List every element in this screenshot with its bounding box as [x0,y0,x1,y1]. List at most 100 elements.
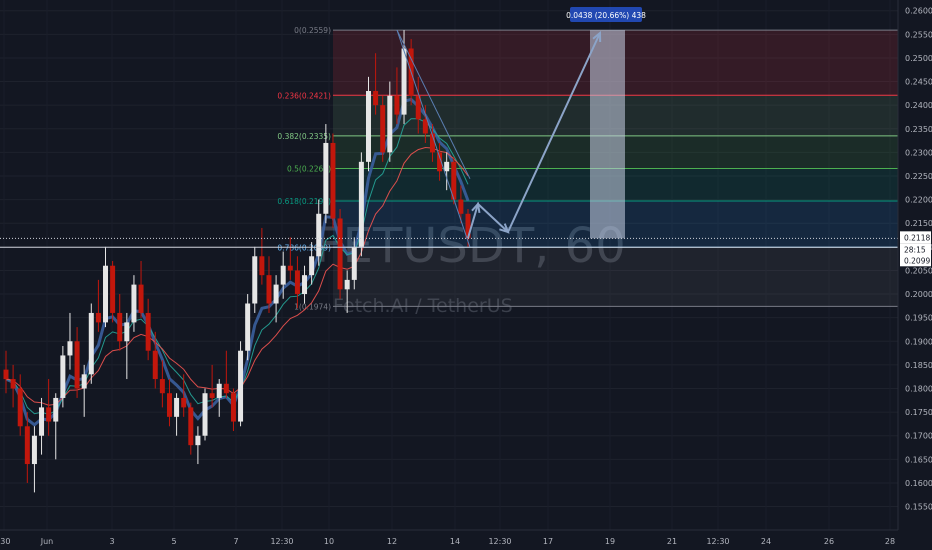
candle-body [166,393,172,417]
candle-body [3,369,9,380]
y-tick-label: 0.2200 [905,196,932,205]
fib-zone [333,247,898,307]
time-axis[interactable]: :30 Jun 3 5 7 12:30 10 12 14 12:30 17 19 21 12:30 24 26… [0,529,898,550]
candle-body [138,284,144,313]
candle-body [117,312,123,342]
candle-body [365,91,371,162]
y-tick-label: 0.2550 [905,30,932,39]
candle-body [351,246,357,280]
candle-body [159,379,165,394]
x-tick-label: 28 [885,537,895,546]
y-tick-label: 0.1900 [905,337,932,346]
y-tick-label: 0.2000 [905,290,932,299]
candle-body [337,218,343,290]
candle-body [67,341,73,356]
last-price-tag: 0.2118 [904,233,930,242]
candle-body [24,426,30,465]
x-tick-label: 3 [109,537,114,546]
y-tick-label: 0.2250 [905,172,932,181]
candle-body [31,435,37,465]
x-tick-label: 14 [450,537,460,546]
y-tick-label: 0.2050 [905,266,932,275]
candle-body [131,284,137,323]
candle-body [230,393,236,422]
candle-body [202,393,208,436]
x-tick-label: 21 [667,537,677,546]
y-tick-label: 0.1850 [905,361,932,370]
candle-body [152,350,158,380]
y-tick-label: 0.2150 [905,219,932,228]
candle-body [17,388,23,427]
candle-body [223,383,229,394]
candle-body [373,91,379,106]
candle-body [124,322,130,342]
candle-body [309,256,315,276]
candle-body [444,161,450,172]
candle-body [238,350,244,422]
candle-body [280,265,286,285]
candle-body [209,393,215,398]
candle-body [145,312,151,351]
y-tick-label: 0.2450 [905,78,932,87]
x-tick-label: 12:30 [270,537,293,546]
candle-body [216,383,222,398]
y-tick-label: 0.1550 [905,503,932,512]
fib-level-label: 0.618(0.2197) [277,197,331,206]
candle-body [323,142,329,214]
candle-body [10,379,16,389]
candle-body [273,284,279,304]
candle-body [95,312,101,323]
candle-body [394,95,400,115]
fib-level-label: 0(0.2559) [294,26,331,35]
fib-level-label: 0.382(0.2335) [277,132,331,141]
y-tick-label: 0.2500 [905,54,932,63]
candle-body [316,213,322,257]
x-tick-label: 12:30 [488,537,511,546]
candle-body [387,95,393,153]
x-tick-label: 19 [605,537,615,546]
candle-body [287,265,293,271]
candle-body [245,303,251,351]
candle-body [294,270,300,295]
x-tick-label: 12 [387,537,397,546]
candle-body [252,256,258,304]
candle-body [401,48,407,115]
candle-body [302,275,308,295]
x-tick-label: 7 [233,537,238,546]
price-axis[interactable]: 0.2600 0.2550 0.2500 0.2450 0.2400 0.2350 0.23… [897,0,932,550]
candle-body [74,341,80,389]
x-tick-label: 10 [324,537,334,546]
fib-level-label: 0.236(0.2421) [277,91,331,100]
x-tick-label: Jun [40,537,54,546]
measure-box [590,30,625,239]
candle-body [46,407,52,422]
candle-body [60,355,66,398]
fib-level-label: 1(0.1974) [294,302,331,311]
candle-body [358,161,364,247]
candle-body [181,397,187,408]
x-tick-label: :30 [0,537,10,546]
y-tick-label: 0.2300 [905,148,932,157]
measure-label: 0.0438 (20.66%) 438 [566,11,646,20]
y-tick-label: 0.2400 [905,101,932,110]
y-tick-label: 0.2350 [905,125,932,134]
x-tick-label: 24 [761,537,771,546]
level-price-tag: 0.2099 [904,256,930,265]
candle-body [266,275,272,304]
y-tick-label: 0.1600 [905,479,932,488]
candle-body [110,265,116,313]
candle-body [330,142,336,219]
price-chart[interactable]: FETUSDT, 60 Fetch.AI / TetherUS 0(0.2559… [0,0,932,550]
x-tick-label: 12:30 [706,537,729,546]
candle-body [88,312,94,375]
candle-body [195,435,201,446]
candle-body [39,407,45,436]
y-tick-label: 0.1650 [905,455,932,464]
candle-body [458,199,464,214]
x-tick-label: 5 [171,537,176,546]
y-tick-label: 0.1700 [905,432,932,441]
y-tick-label: 0.1750 [905,408,932,417]
x-tick-label: 17 [543,537,553,546]
candle-body [174,397,180,417]
y-tick-label: 0.2600 [905,7,932,16]
